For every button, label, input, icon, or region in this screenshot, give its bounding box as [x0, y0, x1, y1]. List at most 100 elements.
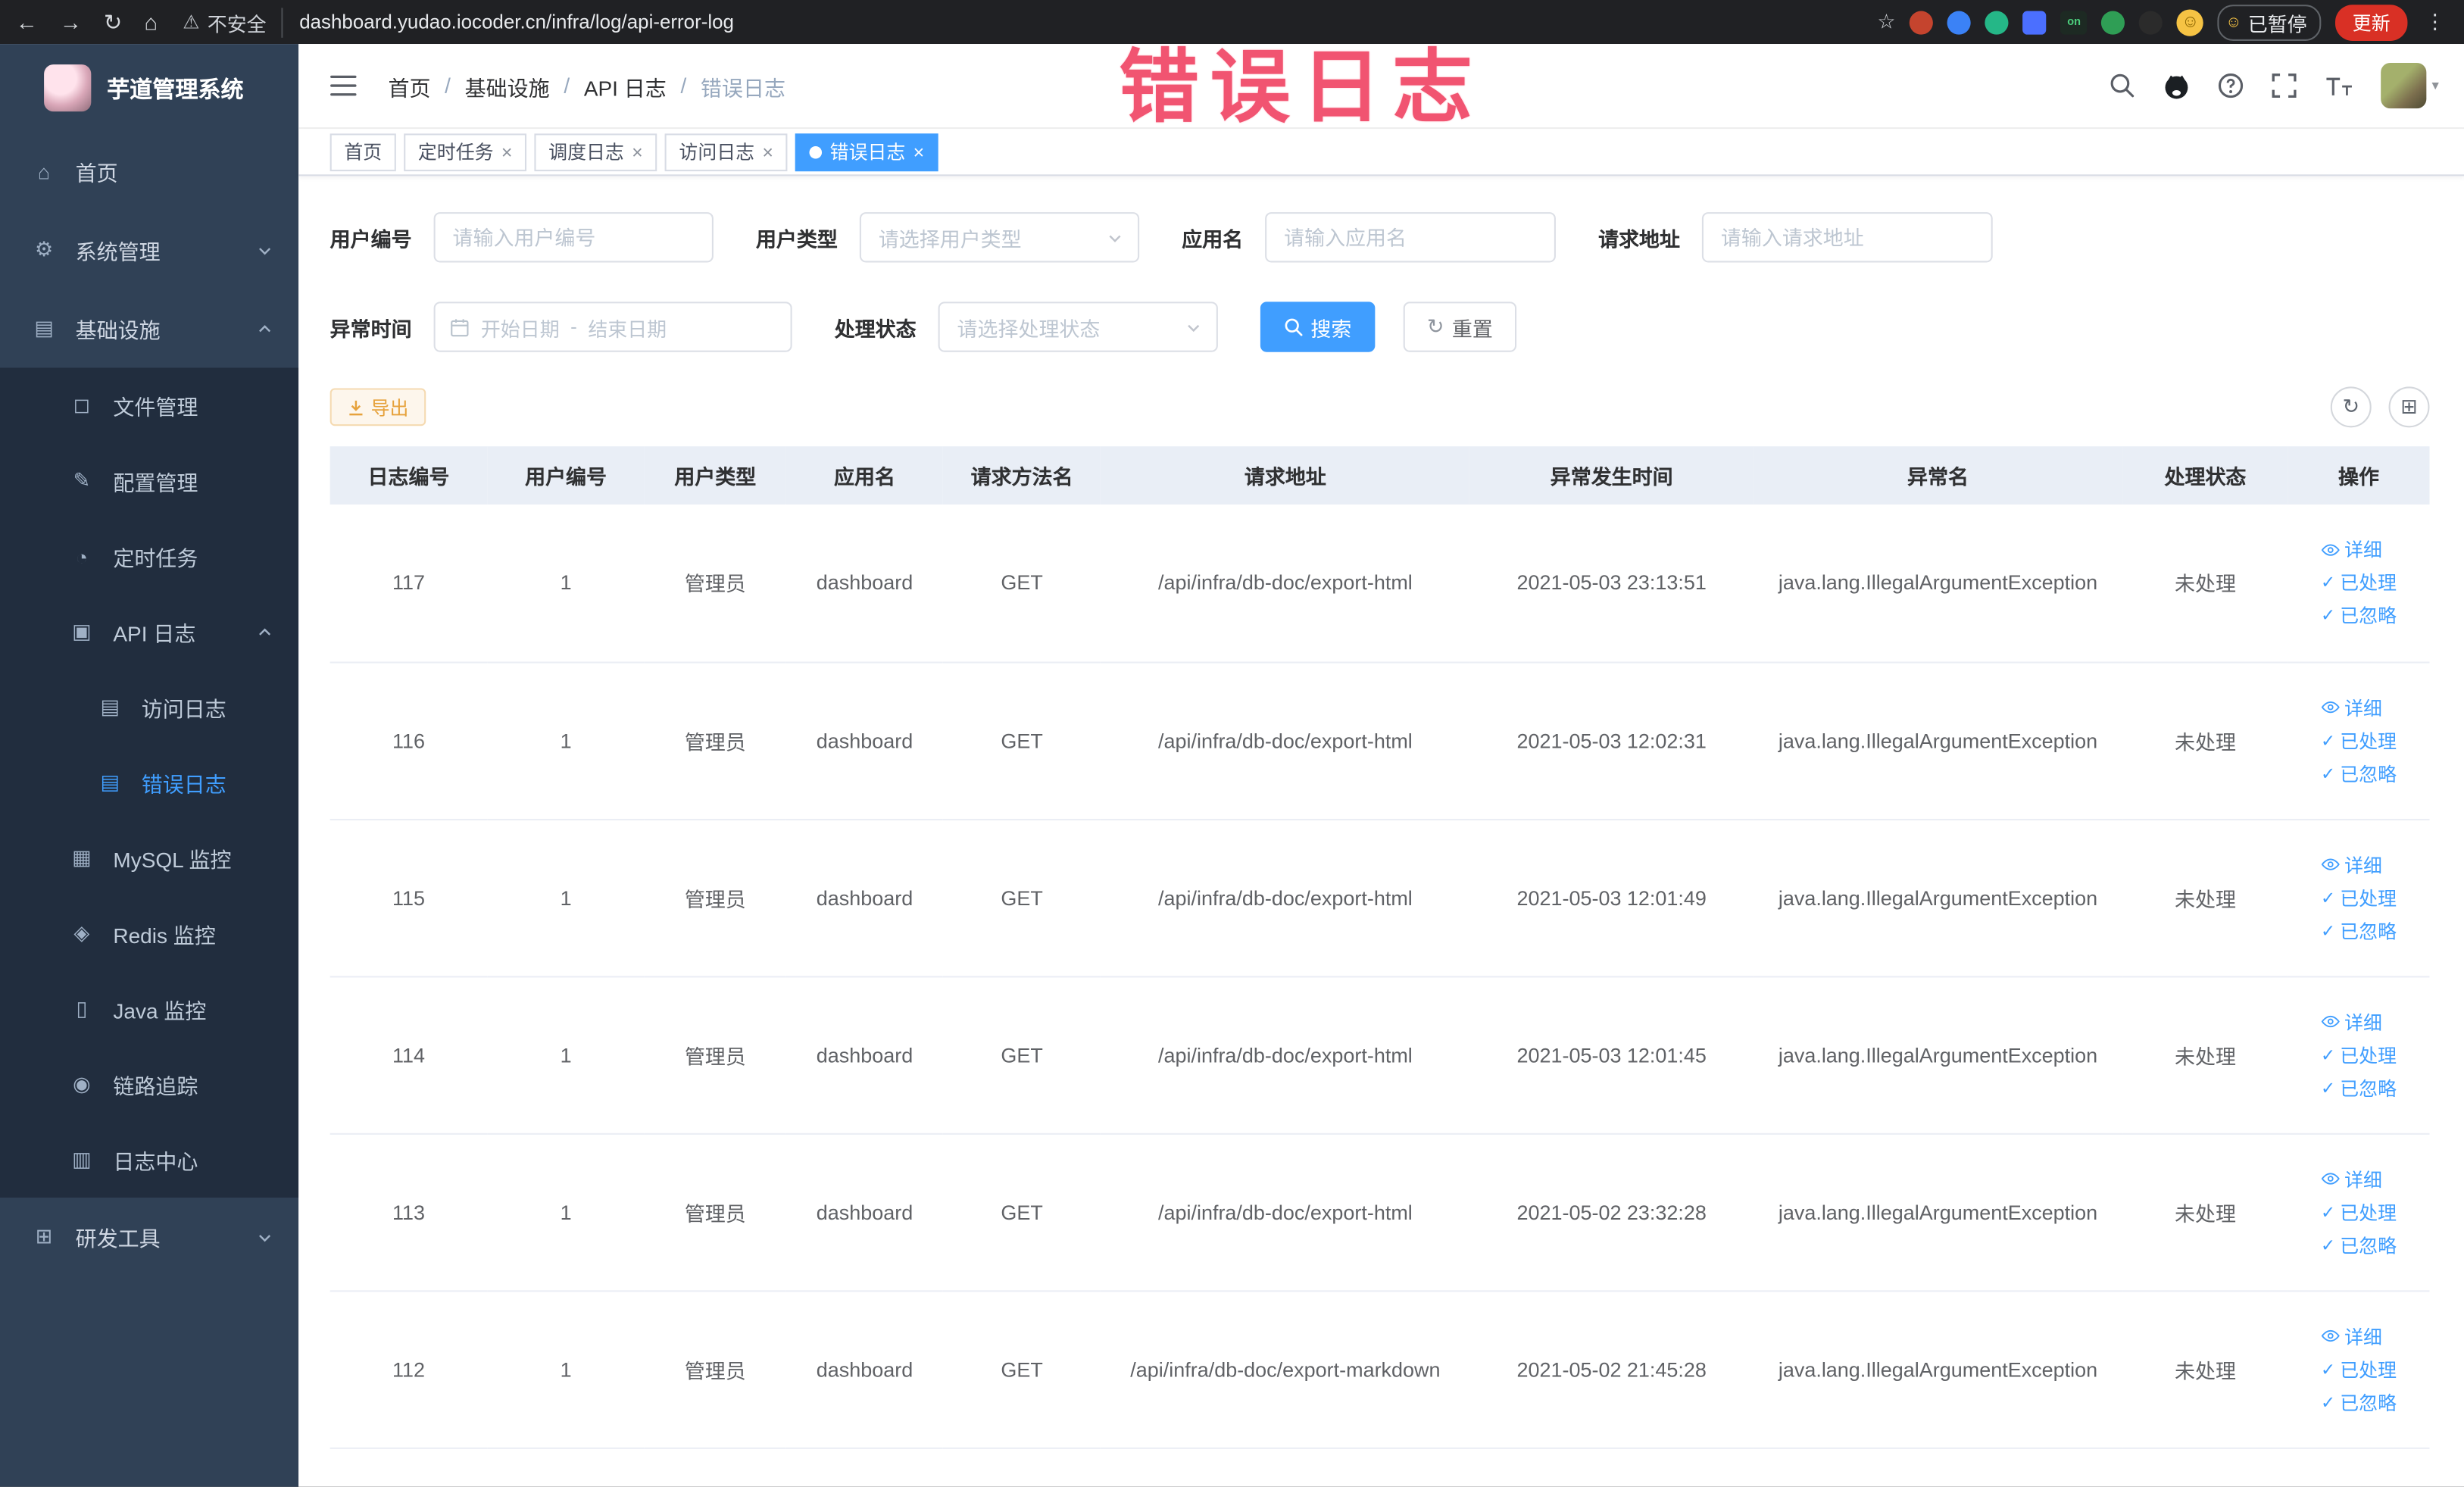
table-row: 115 1 管理员 dashboard GET /api/infra/db-do… [329, 818, 2430, 977]
tab-access-log[interactable]: 访问日志 × [664, 133, 788, 171]
process-status-select[interactable]: 请选择处理状态 [938, 301, 1218, 352]
start-date-placeholder: 开始日期 [480, 318, 560, 341]
search-button[interactable]: 搜索 [1260, 301, 1376, 352]
close-icon[interactable]: × [501, 142, 513, 161]
cell-log-id: 117 [329, 504, 488, 663]
detail-link[interactable]: 详细 [2321, 694, 2382, 720]
extension-icon-3[interactable] [1985, 10, 2009, 34]
address-bar[interactable]: dashboard.yudao.iocoder.cn/infra/log/api… [299, 11, 1861, 33]
user-id-input[interactable] [433, 212, 714, 263]
close-icon[interactable]: × [913, 142, 925, 161]
cell-user-type: 管理员 [644, 818, 786, 977]
columns-icon: ⊞ [2400, 394, 2418, 418]
search-icon[interactable] [2110, 72, 2136, 98]
mark-processed-link[interactable]: ✓ 已处理 [2321, 1041, 2397, 1067]
cell-request-url: /api/infra/db-doc/export-html [1100, 976, 1470, 1134]
mark-ignored-link[interactable]: ✓ 已忽略 [2321, 602, 2397, 629]
browser-update-button[interactable]: 更新 [2334, 4, 2408, 40]
mark-processed-link[interactable]: ✓ 已处理 [2321, 727, 2397, 754]
app-logo[interactable]: 芋道管理系统 [0, 44, 298, 132]
exception-time-range-picker[interactable]: 开始日期 - 结束日期 [433, 301, 792, 352]
column-settings-button[interactable]: ⊞ [2388, 386, 2430, 428]
sidebar-item-cron-job[interactable]: ◔ 定时任务 [0, 519, 298, 595]
extension-icon-4[interactable] [2022, 10, 2047, 34]
detail-link[interactable]: 详细 [2321, 1165, 2382, 1192]
sidebar-item-config-manage[interactable]: ✎ 配置管理 [0, 443, 298, 519]
detail-link[interactable]: 详细 [2321, 1323, 2382, 1349]
sidebar-item-system[interactable]: ⚙ 系统管理 [0, 211, 298, 289]
browser-menu-icon[interactable]: ⋮ [2422, 9, 2448, 34]
github-icon[interactable] [2163, 71, 2191, 99]
bookmark-star-icon[interactable]: ☆ [1877, 9, 1895, 34]
tab-cron-job[interactable]: 定时任务 × [404, 133, 527, 171]
back-icon[interactable]: ← [16, 11, 38, 33]
detail-link[interactable]: 详细 [2321, 536, 2382, 563]
close-icon[interactable]: × [632, 142, 643, 161]
action-label: 已忽略 [2340, 1077, 2397, 1100]
sidebar-item-home[interactable]: ⌂ 首页 [0, 132, 298, 211]
chevron-up-icon [256, 320, 273, 337]
sidebar-item-access-log[interactable]: ▤ 访问日志 [0, 670, 298, 745]
fullscreen-icon[interactable] [2272, 72, 2298, 98]
forward-icon[interactable]: → [60, 11, 82, 33]
mark-ignored-link[interactable]: ✓ 已忽略 [2321, 1389, 2397, 1415]
extension-icon-5[interactable] [2101, 10, 2125, 34]
sidebar-item-java-monitor[interactable]: ▯ Java 监控 [0, 971, 298, 1047]
sidebar-item-trace[interactable]: ◉ 链路追踪 [0, 1047, 298, 1123]
mark-processed-link[interactable]: ✓ 已处理 [2321, 1355, 2397, 1382]
extension-icon-6[interactable] [2139, 10, 2163, 34]
sidebar-toggle-icon[interactable] [323, 67, 363, 104]
security-indicator[interactable]: ⚠ 不安全 [183, 7, 284, 37]
sidebar-item-api-log[interactable]: ▣ API 日志 [0, 594, 298, 670]
cell-status: 未处理 [2122, 661, 2288, 820]
tab-error-log[interactable]: 错误日志 × [795, 133, 938, 171]
table-header-row: 日志编号 用户编号 用户类型 应用名 请求方法名 请求地址 异常发生时间 异常名… [329, 446, 2430, 505]
refresh-button[interactable]: ↻ [2330, 386, 2372, 428]
request-url-input[interactable] [1702, 212, 1993, 263]
paused-badge[interactable]: ☺ 已暂停 [2217, 4, 2322, 40]
mark-processed-link[interactable]: ✓ 已处理 [2321, 1198, 2397, 1225]
export-button[interactable]: 导出 [329, 388, 426, 426]
tab-schedule-log[interactable]: 调度日志 × [534, 133, 657, 171]
extension-icon-1[interactable] [1910, 10, 1934, 34]
sidebar-item-log-center[interactable]: ▥ 日志中心 [0, 1122, 298, 1198]
sidebar-item-mysql-monitor[interactable]: ▦ MySQL 监控 [0, 820, 298, 896]
sidebar-item-error-log[interactable]: ▤ 错误日志 [0, 745, 298, 820]
mark-processed-link[interactable]: ✓ 已处理 [2321, 570, 2397, 596]
detail-link[interactable]: 详细 [2321, 851, 2382, 877]
detail-link[interactable]: 详细 [2321, 1008, 2382, 1035]
sidebar-item-infra[interactable]: ▤ 基础设施 [0, 289, 298, 368]
reset-button[interactable]: ↻ 重置 [1403, 301, 1517, 352]
close-icon[interactable]: × [762, 142, 773, 161]
action-label: 详细 [2344, 697, 2382, 720]
mark-ignored-link[interactable]: ✓ 已忽略 [2321, 917, 2397, 944]
app-name-input[interactable] [1265, 212, 1557, 263]
browser-home-icon[interactable]: ⌂ [144, 11, 158, 33]
cell-log-id: 115 [329, 818, 488, 977]
breadcrumb-item-home[interactable]: 首页 [388, 70, 430, 101]
filter-row-1: 用户编号 用户类型 请选择用户类型 应用名 [330, 212, 2430, 263]
extension-icon-2[interactable] [1947, 10, 1972, 34]
cell-user-type: 管理员 [644, 504, 786, 663]
col-status: 处理状态 [2122, 446, 2288, 505]
reload-icon[interactable]: ↻ [104, 11, 122, 33]
mark-processed-link[interactable]: ✓ 已处理 [2321, 884, 2397, 911]
sidebar-item-redis-monitor[interactable]: ◈ Redis 监控 [0, 896, 298, 972]
mark-ignored-link[interactable]: ✓ 已忽略 [2321, 760, 2397, 786]
breadcrumb-item-api-log[interactable]: API 日志 [584, 70, 667, 101]
mark-ignored-link[interactable]: ✓ 已忽略 [2321, 1232, 2397, 1258]
breadcrumb-item-infra[interactable]: 基础设施 [465, 70, 550, 101]
extension-icon-on[interactable]: on [2060, 10, 2088, 34]
tab-home[interactable]: 首页 [329, 133, 396, 171]
action-label: 已处理 [2340, 572, 2397, 595]
table-row: 116 1 管理员 dashboard GET /api/infra/db-do… [329, 661, 2430, 820]
user-type-select[interactable]: 请选择用户类型 [859, 212, 1140, 263]
mark-ignored-link[interactable]: ✓ 已忽略 [2321, 1074, 2397, 1101]
help-icon[interactable] [2218, 72, 2244, 98]
user-avatar[interactable]: ▾ [2381, 62, 2439, 109]
sidebar-item-file-manage[interactable]: ◻ 文件管理 [0, 367, 298, 443]
font-size-icon[interactable] [2325, 73, 2354, 98]
browser-profile-avatar[interactable]: ☺ [2176, 8, 2204, 36]
sidebar-item-dev-tools[interactable]: ⊞ 研发工具 [0, 1198, 298, 1276]
sidebar-item-label: 系统管理 [75, 240, 161, 264]
